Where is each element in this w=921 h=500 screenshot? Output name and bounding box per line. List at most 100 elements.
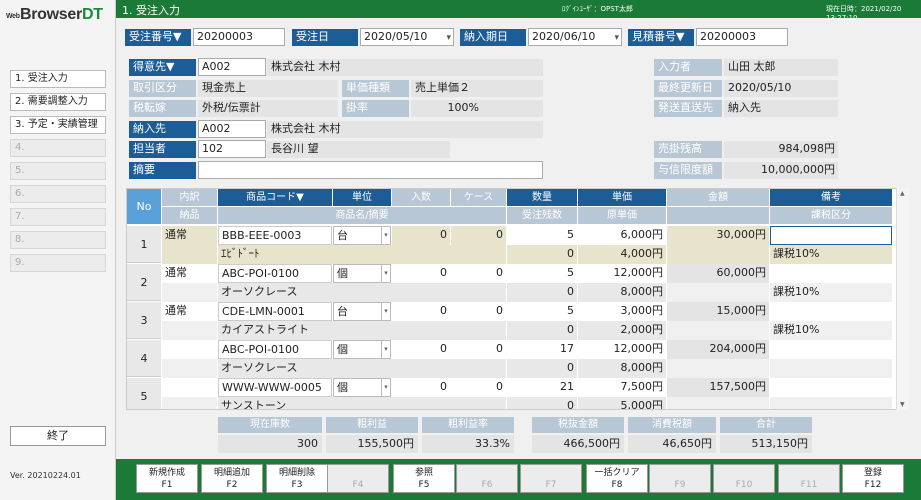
row-product-code[interactable]: BBB-EEE-0003 bbox=[218, 226, 332, 245]
function-key-f9[interactable]: F9 bbox=[649, 464, 711, 493]
row-qty-in[interactable]: 0 bbox=[392, 378, 450, 397]
menu-item-8[interactable]: 8. bbox=[10, 231, 106, 249]
row-cost[interactable]: 8,000円 bbox=[578, 359, 666, 378]
row-type[interactable] bbox=[162, 340, 217, 359]
row-price[interactable]: 12,000円 bbox=[578, 340, 666, 359]
function-key-f2[interactable]: 明細追加 F2 bbox=[201, 464, 263, 493]
menu-item-order-entry[interactable]: 1. 受注入力 bbox=[10, 70, 106, 88]
grid-scrollbar[interactable]: ▲ ▼ bbox=[896, 188, 909, 410]
calendar-dropdown-icon[interactable]: ▾ bbox=[446, 31, 451, 46]
row-delivered[interactable] bbox=[162, 359, 217, 378]
order-date-input[interactable]: 2020/05/10 ▾ bbox=[360, 28, 454, 46]
row-product-name[interactable]: ｴﾋﾞﾄﾞｰﾄ bbox=[218, 245, 506, 264]
row-tax-class[interactable]: 課税10% bbox=[770, 321, 892, 340]
row-qty[interactable]: 21 bbox=[507, 378, 577, 397]
row-tax-class[interactable] bbox=[770, 397, 892, 409]
row-product-code[interactable]: ABC-POI-0100 bbox=[218, 340, 332, 359]
staff-label[interactable]: 担当者 bbox=[129, 141, 196, 158]
row-product-code[interactable]: ABC-POI-0100 bbox=[218, 264, 332, 283]
scroll-down-icon[interactable]: ▼ bbox=[900, 401, 905, 408]
row-qty-in[interactable]: 0 bbox=[392, 264, 450, 283]
chevron-down-icon[interactable]: ▾ bbox=[381, 379, 390, 396]
memo-input[interactable] bbox=[198, 161, 543, 179]
delivery-code-input[interactable]: A002 bbox=[198, 120, 266, 138]
row-qty[interactable]: 5 bbox=[507, 302, 577, 321]
estimate-no-input[interactable]: 20200003 bbox=[696, 28, 788, 46]
row-unit-select[interactable]: 台 ▾ bbox=[333, 226, 391, 245]
row-delivered[interactable] bbox=[162, 321, 217, 340]
row-case[interactable]: 0 bbox=[451, 302, 506, 321]
menu-item-5[interactable]: 5. bbox=[10, 162, 106, 180]
function-key-f12[interactable]: 登録 F12 bbox=[842, 464, 904, 493]
row-delivered[interactable] bbox=[162, 397, 217, 409]
row-unit-select[interactable]: 個 ▾ bbox=[333, 264, 391, 283]
row-product-name[interactable]: サンストーン bbox=[218, 397, 506, 409]
row-cost[interactable]: 4,000円 bbox=[578, 245, 666, 264]
row-unit-select[interactable]: 台 ▾ bbox=[333, 302, 391, 321]
row-tax-class[interactable]: 課税10% bbox=[770, 245, 892, 264]
function-key-f5[interactable]: 参照 F5 bbox=[393, 464, 455, 493]
row-note[interactable] bbox=[770, 378, 892, 397]
row-tax-class[interactable]: 課税10% bbox=[770, 283, 892, 302]
order-no-input[interactable]: 20200003 bbox=[193, 28, 285, 46]
row-delivered[interactable] bbox=[162, 245, 217, 264]
chevron-down-icon[interactable]: ▾ bbox=[381, 341, 390, 358]
row-product-name[interactable]: オーソクレース bbox=[218, 359, 506, 378]
calendar-dropdown-icon[interactable]: ▾ bbox=[614, 31, 619, 46]
row-price[interactable]: 12,000円 bbox=[578, 264, 666, 283]
function-key-f4[interactable]: F4 bbox=[327, 464, 389, 493]
chevron-down-icon[interactable]: ▾ bbox=[381, 265, 390, 282]
row-type[interactable]: 通常 bbox=[162, 264, 217, 283]
row-unit-select[interactable]: 個 ▾ bbox=[333, 340, 391, 359]
delivery-label[interactable]: 納入先 bbox=[129, 121, 196, 138]
row-note[interactable] bbox=[770, 226, 892, 245]
scroll-up-icon[interactable]: ▲ bbox=[900, 190, 905, 197]
menu-item-4[interactable]: 4. bbox=[10, 139, 106, 157]
row-product-name[interactable]: カイアストライト bbox=[218, 321, 506, 340]
row-product-code[interactable]: CDE-LMN-0001 bbox=[218, 302, 332, 321]
function-key-f6[interactable]: F6 bbox=[456, 464, 518, 493]
row-type[interactable] bbox=[162, 378, 217, 397]
row-price[interactable]: 3,000円 bbox=[578, 302, 666, 321]
row-case[interactable]: 0 bbox=[451, 340, 506, 359]
delivery-date-input[interactable]: 2020/06/10 ▾ bbox=[528, 28, 622, 46]
menu-item-6[interactable]: 6. bbox=[10, 185, 106, 203]
row-cost[interactable]: 8,000円 bbox=[578, 283, 666, 302]
menu-item-9[interactable]: 9. bbox=[10, 254, 106, 272]
row-unit-select[interactable]: 個 ▾ bbox=[333, 378, 391, 397]
row-product-code[interactable]: WWW-WWW-0005 bbox=[218, 378, 332, 397]
estimate-no-label[interactable]: 見積番号▼ bbox=[628, 29, 694, 46]
row-case[interactable]: 0 bbox=[451, 226, 506, 245]
menu-item-7[interactable]: 7. bbox=[10, 208, 106, 226]
row-qty[interactable]: 5 bbox=[507, 264, 577, 283]
customer-label[interactable]: 得意先▼ bbox=[129, 59, 196, 76]
row-qty-in[interactable]: 0 bbox=[392, 340, 450, 359]
chevron-down-icon[interactable]: ▾ bbox=[381, 303, 390, 320]
row-case[interactable]: 0 bbox=[451, 264, 506, 283]
menu-item-plan-actual[interactable]: 3. 予定・実績管理 bbox=[10, 116, 106, 134]
row-cost[interactable]: 2,000円 bbox=[578, 321, 666, 340]
row-note[interactable] bbox=[770, 302, 892, 321]
row-case[interactable]: 0 bbox=[451, 378, 506, 397]
function-key-f7[interactable]: F7 bbox=[520, 464, 582, 493]
chevron-down-icon[interactable]: ▾ bbox=[381, 227, 390, 244]
row-note[interactable] bbox=[770, 340, 892, 359]
menu-item-demand-adjust[interactable]: 2. 需要調整入力 bbox=[10, 93, 106, 111]
row-note[interactable] bbox=[770, 264, 892, 283]
row-type[interactable]: 通常 bbox=[162, 226, 217, 245]
row-price[interactable]: 7,500円 bbox=[578, 378, 666, 397]
row-type[interactable]: 通常 bbox=[162, 302, 217, 321]
col-header-code[interactable]: 商品コード▼ bbox=[218, 189, 332, 206]
row-cost[interactable]: 5,000円 bbox=[578, 397, 666, 409]
function-key-f8[interactable]: 一括クリア F8 bbox=[586, 464, 648, 493]
staff-code-input[interactable]: 102 bbox=[198, 140, 266, 158]
quit-button[interactable]: 終了 bbox=[10, 426, 106, 446]
row-delivered[interactable] bbox=[162, 283, 217, 302]
function-key-f11[interactable]: F11 bbox=[778, 464, 840, 493]
row-product-name[interactable]: オーソクレース bbox=[218, 283, 506, 302]
row-qty-in[interactable]: 0 bbox=[392, 226, 450, 245]
function-key-f10[interactable]: F10 bbox=[713, 464, 775, 493]
customer-code-input[interactable]: A002 bbox=[198, 58, 266, 76]
row-qty-in[interactable]: 0 bbox=[392, 302, 450, 321]
row-qty[interactable]: 5 bbox=[507, 226, 577, 245]
